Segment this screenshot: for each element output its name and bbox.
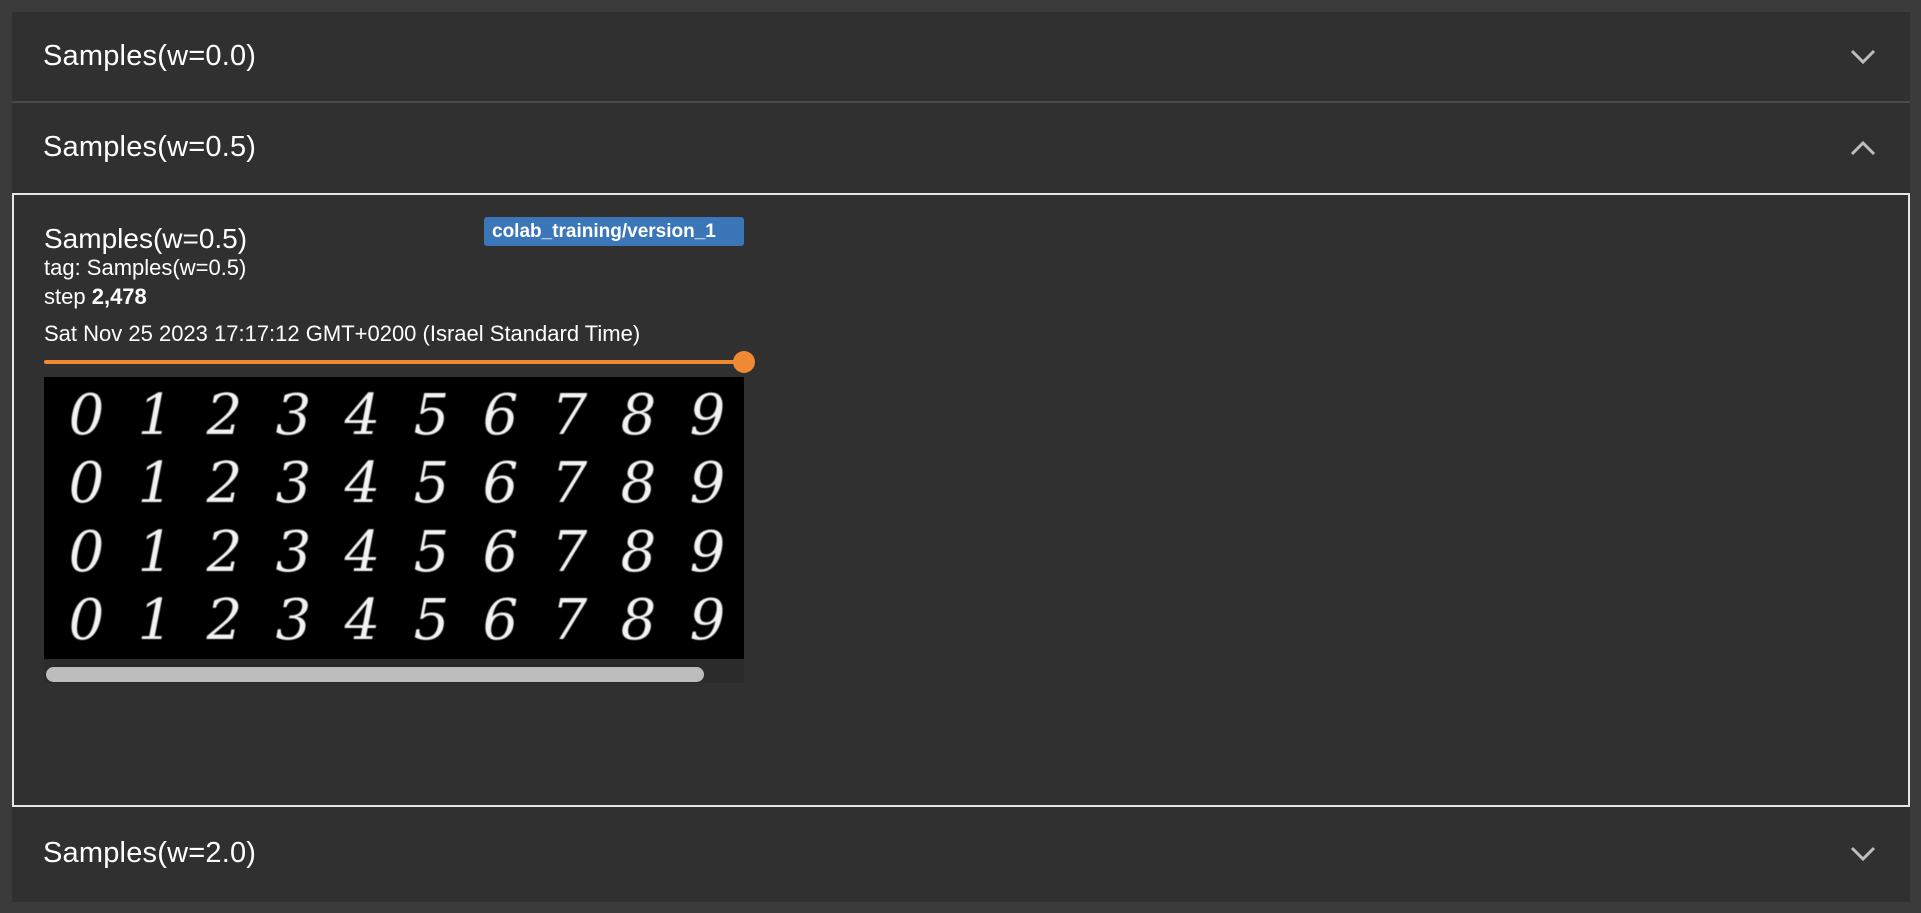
digit-sample: 1: [137, 588, 174, 654]
section-title: Samples(w=0.5): [43, 131, 257, 163]
sample-image: 0123456789012345678901234567890123456789: [44, 377, 744, 659]
digit-sample: 7: [551, 588, 588, 654]
section-header-w05[interactable]: Samples(w=0.5): [12, 103, 1910, 192]
digit-sample: 8: [620, 588, 657, 654]
digit-sample: 5: [413, 519, 450, 585]
digit-sample: 5: [413, 451, 450, 517]
section-header-w2[interactable]: Samples(w=2.0): [12, 809, 1910, 898]
digit-sample: 7: [551, 519, 588, 585]
section-panel-w05: Samples(w=0.5) colab_training/version_1 …: [12, 193, 1910, 807]
digit-sample: 0: [68, 451, 105, 517]
digit-sample: 6: [482, 451, 519, 517]
section-title: Samples(w=2.0): [43, 837, 257, 869]
digit-sample: 5: [413, 588, 450, 654]
tag-label: tag: Samples(w=0.5): [44, 255, 247, 280]
digit-sample: 9: [689, 451, 726, 517]
digit-sample: 1: [137, 519, 174, 585]
section-header-w0[interactable]: Samples(w=0.0): [12, 12, 1910, 101]
digit-sample: 4: [344, 451, 381, 517]
horizontal-scrollbar[interactable]: [44, 659, 744, 683]
timestamp: Sat Nov 25 2023 17:17:12 GMT+0200 (Israe…: [44, 321, 641, 346]
digit-sample: 1: [137, 451, 174, 517]
digit-sample: 9: [689, 588, 726, 654]
digit-sample: 3: [275, 588, 312, 654]
run-badge: colab_training/version_1: [484, 217, 744, 246]
step-prefix: step: [44, 284, 86, 309]
digit-sample: 6: [482, 588, 519, 654]
digit-sample: 2: [206, 451, 243, 517]
digit-sample: 4: [344, 382, 381, 448]
image-card: Samples(w=0.5) colab_training/version_1 …: [44, 217, 755, 693]
scrollbar-thumb[interactable]: [46, 667, 704, 682]
digit-sample: 0: [68, 519, 105, 585]
samples-accordion: Samples(w=0.0) Samples(w=0.5) Samples(w=…: [12, 12, 1910, 902]
digit-sample: 7: [551, 451, 588, 517]
digit-sample: 0: [68, 382, 105, 448]
digit-sample: 6: [482, 519, 519, 585]
chevron-down-icon[interactable]: [1846, 837, 1880, 871]
digit-sample: 9: [689, 519, 726, 585]
digit-sample: 9: [689, 382, 726, 448]
step-value: 2,478: [91, 284, 147, 309]
digit-sample: 4: [344, 519, 381, 585]
digit-sample: 8: [620, 382, 657, 448]
card-title: Samples(w=0.5): [44, 223, 248, 254]
digit-sample: 4: [344, 588, 381, 654]
chevron-down-icon[interactable]: [1846, 40, 1880, 74]
digit-grid: 0123456789012345678901234567890123456789: [52, 381, 742, 655]
digit-sample: 8: [620, 451, 657, 517]
step-label: step 2,478: [44, 284, 147, 310]
digit-sample: 3: [275, 382, 312, 448]
digit-sample: 3: [275, 519, 312, 585]
digit-sample: 8: [620, 519, 657, 585]
chevron-up-icon[interactable]: [1846, 131, 1880, 165]
digit-sample: 5: [413, 382, 450, 448]
digit-sample: 6: [482, 382, 519, 448]
section-title: Samples(w=0.0): [43, 40, 257, 72]
digit-sample: 7: [551, 382, 588, 448]
digit-sample: 2: [206, 588, 243, 654]
digit-sample: 3: [275, 451, 312, 517]
digit-sample: 2: [206, 519, 243, 585]
digit-sample: 0: [68, 588, 105, 654]
step-slider-track[interactable]: [44, 360, 744, 364]
digit-sample: 2: [206, 382, 243, 448]
digit-sample: 1: [137, 382, 174, 448]
step-slider-thumb[interactable]: [733, 351, 755, 373]
